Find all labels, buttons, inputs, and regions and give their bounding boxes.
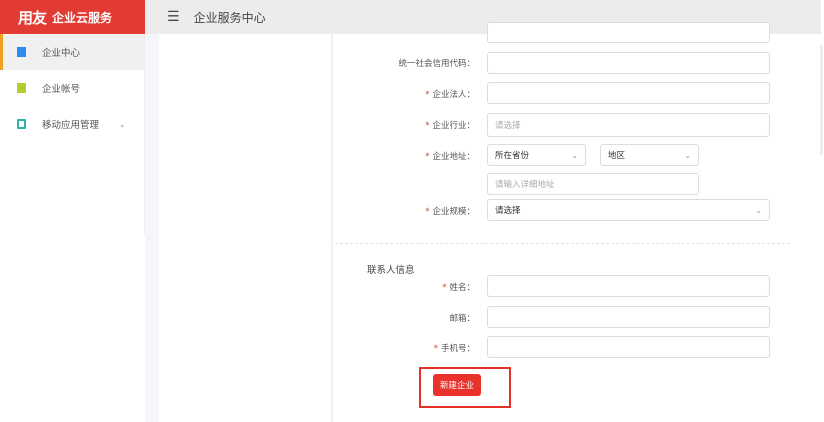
address-label: * 企业地址： [425, 152, 475, 162]
sidebar-item-label: 企业中心 [42, 48, 81, 59]
chevron-down-icon: ⌄ [684, 150, 691, 160]
scrollbar[interactable] [820, 45, 823, 155]
sidebar-item-enterprise-account[interactable]: 企业帐号 [0, 70, 144, 106]
legal-person-input[interactable] [487, 82, 770, 104]
building-icon [17, 47, 26, 57]
hamburger-icon[interactable]: ☰ [167, 9, 180, 25]
credit-code-label: 统一社会信用代码： [398, 59, 475, 69]
sidebar: 企业中心 企业帐号 移动应用管理 ⌄ [0, 34, 145, 234]
sidebar-item-label: 移动应用管理 [42, 120, 100, 131]
logo[interactable]: 用友 企业云服务 [0, 0, 145, 34]
scale-label: * 企业规模： [425, 207, 475, 217]
service-name: 企业云服务 [52, 10, 113, 25]
phone-label: * 手机号： [433, 344, 475, 354]
content-gutter [145, 34, 159, 422]
phone-input[interactable] [487, 336, 770, 358]
name-input[interactable] [487, 275, 770, 297]
mobile-icon [17, 119, 26, 129]
legal-person-label: * 企业法人： [425, 90, 475, 100]
page-title: 企业服务中心 [193, 10, 266, 25]
industry-select[interactable]: 请选择 [487, 113, 770, 137]
create-enterprise-button[interactable]: 新建企业 [433, 374, 481, 396]
chevron-down-icon: ⌄ [755, 205, 762, 215]
province-select[interactable]: 所在省份 ⌄ [487, 144, 586, 166]
contact-section-title: 联系人信息 [367, 265, 415, 276]
industry-label: * 企业行业： [425, 121, 475, 131]
sidebar-item-mobile-apps[interactable]: 移动应用管理 ⌄ [0, 106, 144, 142]
email-input[interactable] [487, 306, 770, 328]
panel-divider [331, 34, 333, 422]
section-divider [335, 243, 790, 244]
email-label: 邮箱： [449, 314, 475, 324]
chevron-down-icon: ⌄ [571, 150, 578, 160]
chevron-down-icon: ⌄ [119, 119, 126, 129]
scale-select[interactable]: 请选择 ⌄ [487, 199, 770, 221]
sidebar-item-enterprise-center[interactable]: 企业中心 [0, 34, 144, 70]
sidebar-item-label: 企业帐号 [42, 84, 81, 95]
address-detail-input[interactable]: 请输入详细地址 [487, 173, 699, 195]
hidden-field-input[interactable] [487, 22, 770, 43]
brand-logo: 用友 [18, 8, 47, 27]
credit-code-input[interactable] [487, 52, 770, 74]
account-icon [17, 83, 26, 93]
region-select[interactable]: 地区 ⌄ [600, 144, 699, 166]
name-label: * 姓名： [442, 283, 475, 293]
